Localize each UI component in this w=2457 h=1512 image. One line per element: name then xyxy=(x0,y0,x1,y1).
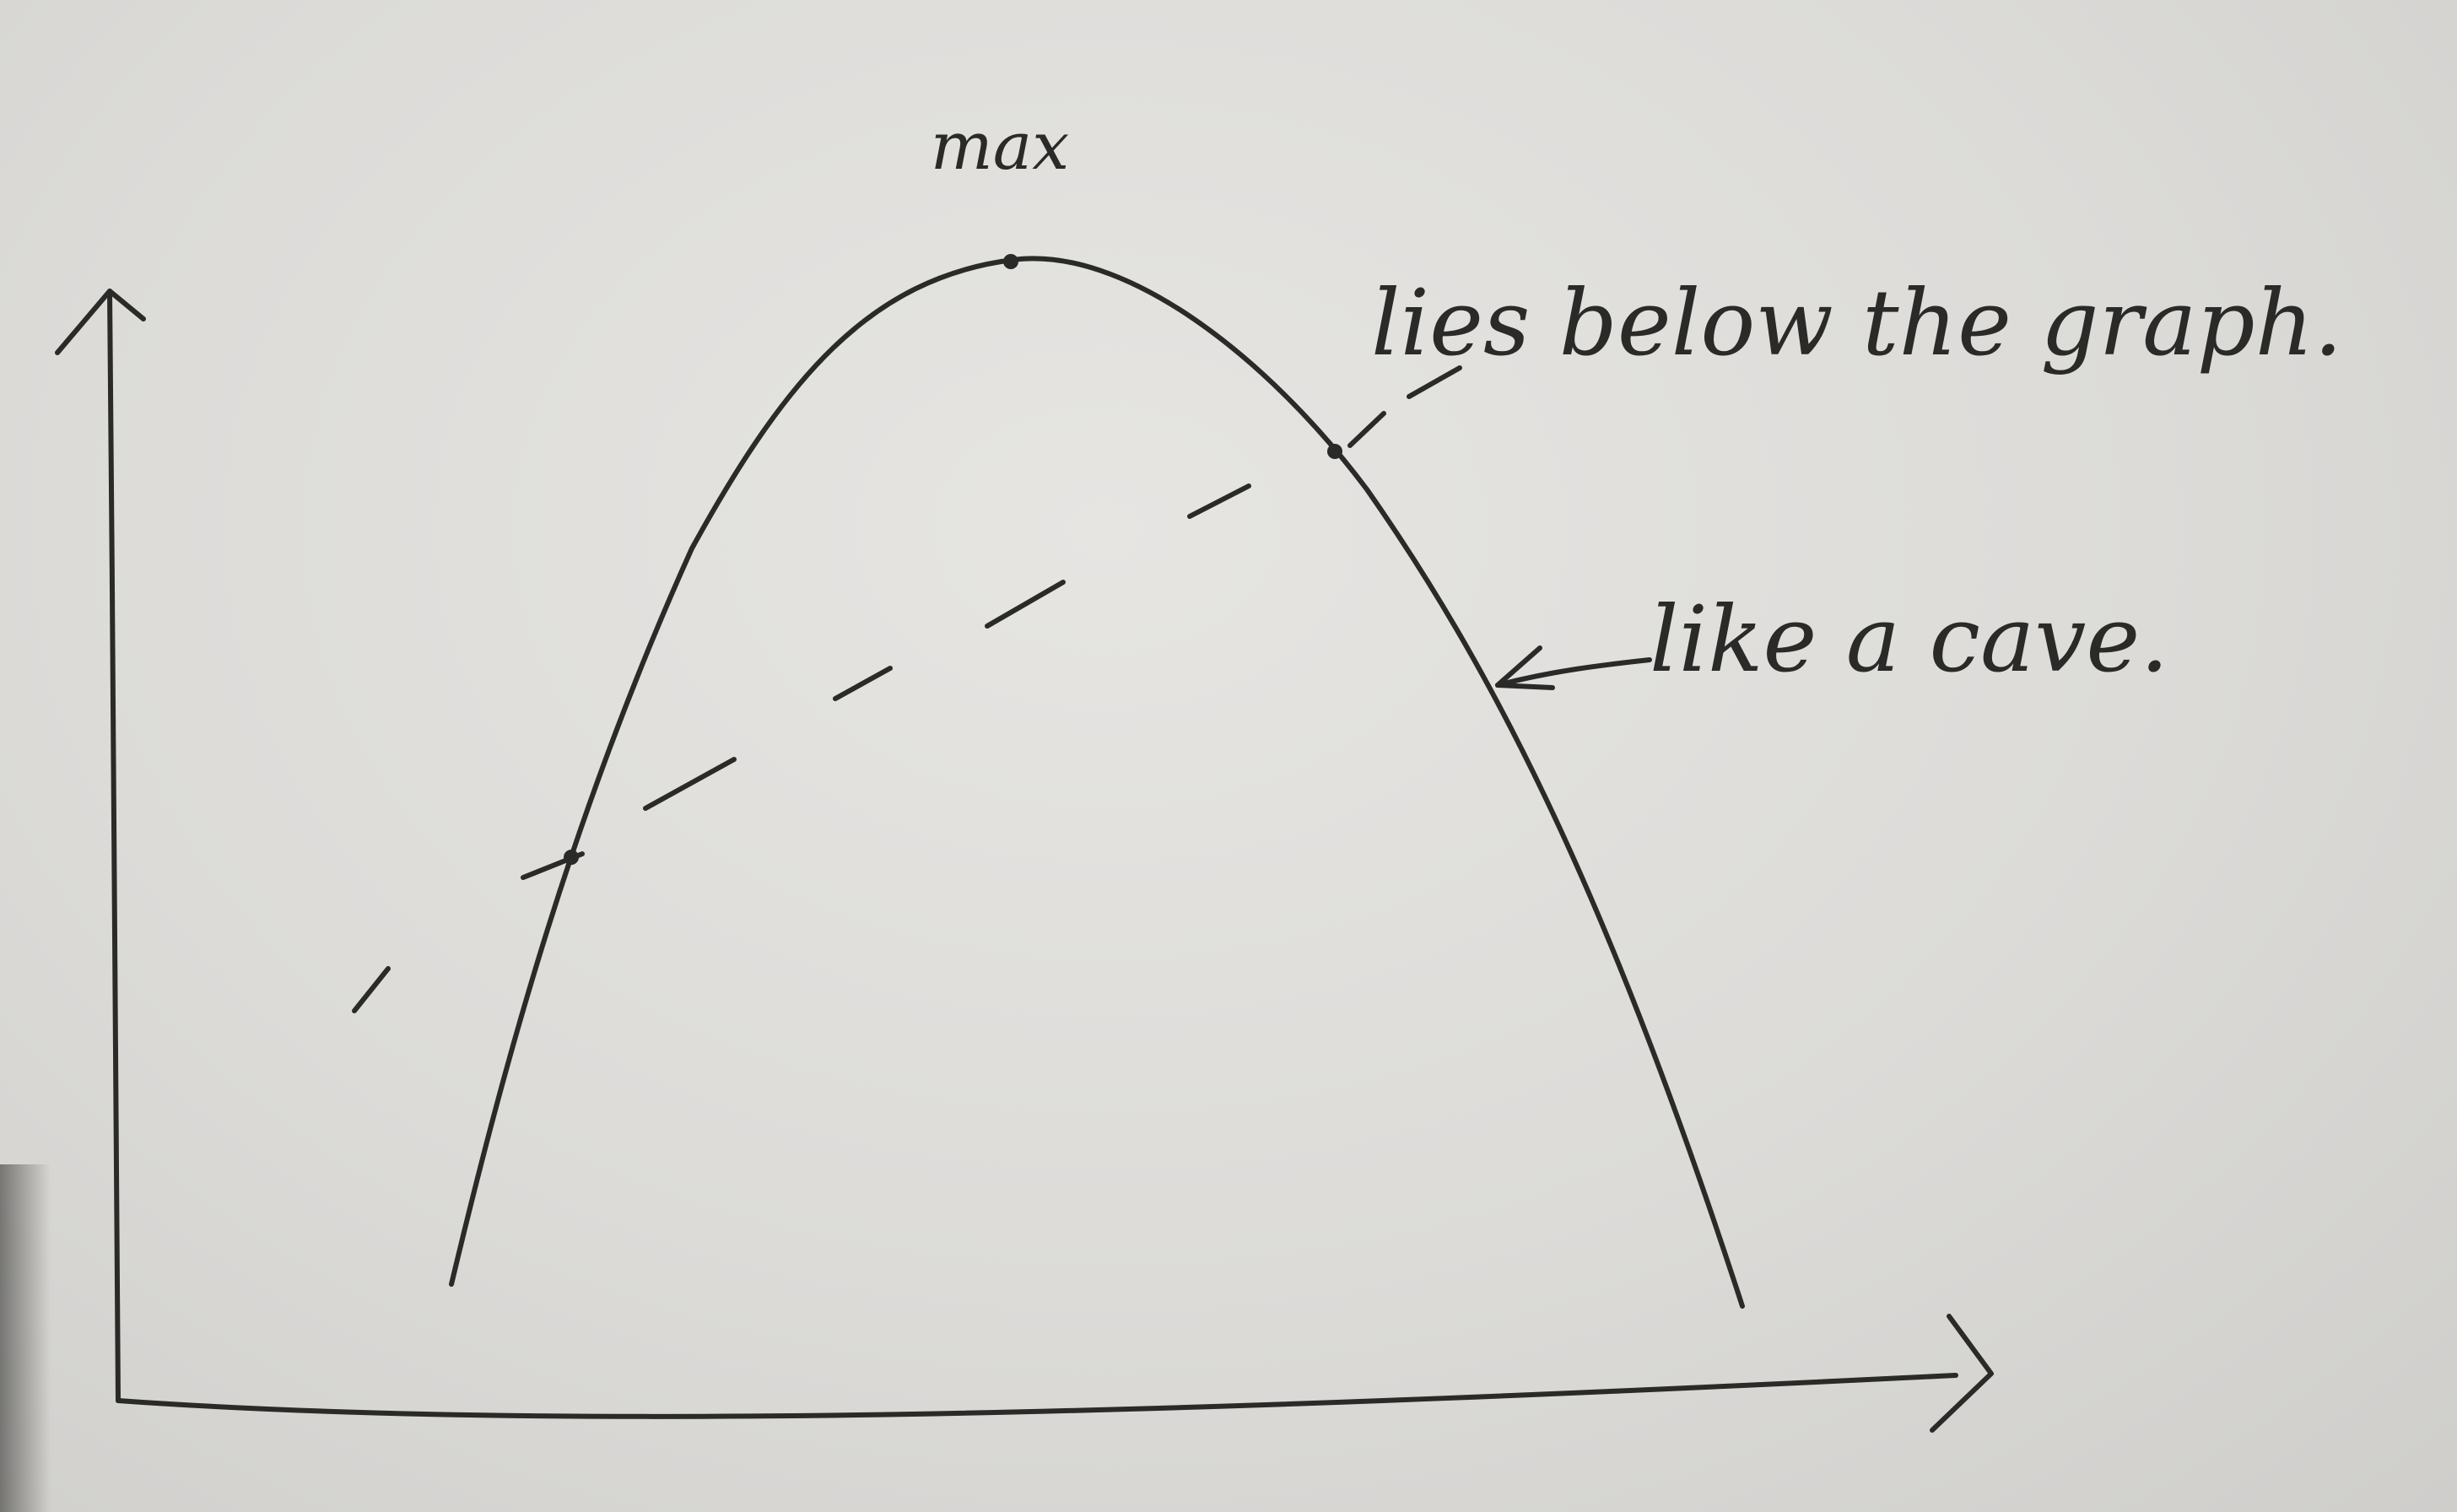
dashed-chord xyxy=(352,365,1462,1013)
hand-drawn-diagram: max lies below the graph. like a cave. xyxy=(55,109,2343,1433)
point-max xyxy=(1003,254,1018,269)
lies-below-label: lies below the graph. xyxy=(1371,271,2343,376)
point-left xyxy=(564,850,579,865)
concave-curve xyxy=(449,256,1745,1309)
max-label: max xyxy=(931,109,1069,185)
pointer-arrow xyxy=(1495,645,1652,690)
like-cave-label: like a cave. xyxy=(1650,587,2169,693)
x-axis-arrowhead xyxy=(1930,1314,1994,1433)
y-axis-arrowhead xyxy=(55,289,146,355)
point-right xyxy=(1327,444,1342,459)
y-axis xyxy=(55,289,146,1403)
x-axis xyxy=(116,1314,1994,1433)
